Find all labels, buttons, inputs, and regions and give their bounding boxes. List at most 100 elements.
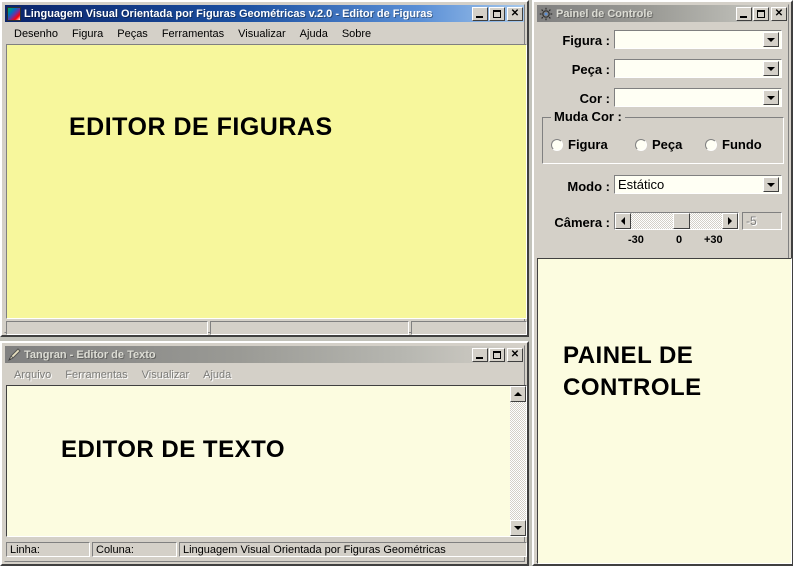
radio-label: Figura	[568, 137, 608, 152]
gear-icon	[539, 7, 553, 21]
maximize-icon	[757, 9, 765, 18]
radio-label: Peça	[652, 137, 683, 152]
menu-item-ajuda[interactable]: Ajuda	[196, 368, 238, 382]
minimize-icon	[476, 356, 483, 359]
menu-item-visualizar[interactable]: Visualizar	[135, 368, 197, 382]
minimize-icon	[740, 15, 747, 18]
editor-figuras-titlebar[interactable]: Linguagem Visual Orientada por Figuras G…	[5, 5, 524, 22]
painel-controle-window-buttons: ✕	[735, 6, 787, 21]
chevron-down-icon	[767, 182, 775, 187]
painel-de-controle-window: Painel de Controle ✕ Figura : Peça: Cor…	[532, 0, 793, 566]
editor-texto-text-area[interactable]: EDITOR DE TEXTO	[6, 385, 527, 537]
editor-texto-menubar: Arquivo Ferramentas Visualizar Ajuda	[7, 366, 522, 384]
radio-dot	[551, 138, 563, 151]
status-panel-linha: Linha:	[6, 542, 90, 557]
cor-combobox[interactable]	[614, 88, 782, 107]
arrow-right-icon	[728, 217, 732, 225]
status-panel-message: Linguagem Visual Orientada por Figuras G…	[179, 542, 527, 557]
editor-texto-canvas-label: EDITOR DE TEXTO	[61, 436, 285, 463]
peca-dropdown-button[interactable]	[763, 61, 779, 76]
camera-tick-max: +30	[704, 234, 723, 246]
camera-slider-thumb[interactable]	[673, 213, 690, 229]
menu-item-desenho[interactable]: Desenho	[7, 27, 65, 41]
minimize-button[interactable]	[736, 6, 752, 21]
chevron-down-icon	[767, 37, 775, 42]
radio-muda-cor-fundo[interactable]: Fundo	[705, 137, 762, 152]
maximize-button[interactable]	[489, 347, 505, 362]
maximize-icon	[493, 350, 501, 359]
figura-combobox[interactable]	[614, 30, 782, 49]
editor-de-figuras-window: Linguagem Visual Orientada por Figuras G…	[0, 0, 529, 337]
radio-label: Fundo	[722, 137, 762, 152]
radio-dot	[705, 138, 717, 151]
close-icon: ✕	[774, 7, 784, 19]
arrow-left-icon	[621, 217, 625, 225]
editor-texto-title: Tangran - Editor de Texto	[24, 348, 156, 361]
maximize-icon	[493, 9, 501, 18]
editor-figuras-statusbar	[6, 321, 527, 335]
peca-combobox[interactable]	[614, 59, 782, 78]
peca-label: Peça :	[571, 62, 610, 77]
editor-texto-vertical-scrollbar[interactable]	[510, 386, 526, 536]
pencil-icon	[7, 347, 21, 362]
editor-figuras-canvas[interactable]: EDITOR DE FIGURAS	[6, 44, 527, 319]
scroll-down-button[interactable]	[510, 520, 526, 536]
status-panel-2	[210, 321, 409, 335]
menu-item-ferramentas[interactable]: Ferramentas	[155, 27, 231, 41]
menu-item-figura[interactable]: Figura	[65, 27, 110, 41]
painel-controle-canvas-label-line2: CONTROLE	[563, 374, 702, 401]
camera-slider-left-button[interactable]	[615, 213, 631, 229]
status-panel-1	[6, 321, 208, 335]
menu-item-visualizar[interactable]: Visualizar	[231, 27, 293, 41]
close-icon: ✕	[510, 348, 520, 360]
cor-label: Cor :	[579, 91, 610, 106]
editor-texto-titlebar[interactable]: Tangran - Editor de Texto ✕	[5, 346, 524, 363]
close-button[interactable]: ✕	[771, 6, 787, 21]
colorful-gradient-icon	[7, 6, 21, 21]
editor-texto-window-buttons: ✕	[471, 347, 523, 362]
camera-slider-track[interactable]	[631, 213, 722, 229]
radio-muda-cor-peca[interactable]: Peça	[635, 137, 682, 152]
minimize-icon	[476, 15, 483, 18]
camera-slider-right-button[interactable]	[722, 213, 738, 229]
modo-combobox[interactable]: Estático	[614, 175, 782, 194]
modo-dropdown-button[interactable]	[763, 177, 779, 192]
painel-controle-title: Painel de Controle	[556, 7, 653, 20]
close-button[interactable]: ✕	[507, 6, 523, 21]
radio-muda-cor-figura[interactable]: Figura	[551, 137, 608, 152]
camera-value-field: -5	[742, 212, 782, 230]
menu-item-ferramentas[interactable]: Ferramentas	[58, 368, 134, 382]
close-button[interactable]: ✕	[507, 347, 523, 362]
menu-item-pecas[interactable]: Peças	[110, 27, 155, 41]
status-panel-3	[411, 321, 527, 335]
figura-dropdown-button[interactable]	[763, 32, 779, 47]
editor-de-texto-window: Tangran - Editor de Texto ✕ Arquivo Ferr…	[0, 341, 529, 566]
modo-combobox-value: Estático	[618, 177, 665, 192]
editor-texto-statusbar: Linha: Coluna: Linguagem Visual Orientad…	[6, 542, 527, 557]
minimize-button[interactable]	[472, 347, 488, 362]
menu-item-arquivo[interactable]: Arquivo	[7, 368, 58, 382]
radio-dot	[635, 138, 647, 151]
status-panel-coluna: Coluna:	[92, 542, 177, 557]
painel-controle-canvas-label-line1: PAINEL DE	[563, 342, 694, 369]
camera-tick-min: -30	[628, 234, 644, 246]
editor-figuras-window-buttons: ✕	[471, 6, 523, 21]
maximize-button[interactable]	[489, 6, 505, 21]
camera-slider[interactable]	[614, 212, 739, 230]
maximize-button[interactable]	[753, 6, 769, 21]
close-icon: ✕	[510, 7, 520, 19]
editor-figuras-canvas-label: EDITOR DE FIGURAS	[69, 113, 333, 141]
chevron-down-icon	[767, 66, 775, 71]
menu-item-sobre[interactable]: Sobre	[335, 27, 378, 41]
modo-label: Modo :	[567, 179, 610, 194]
cor-dropdown-button[interactable]	[763, 90, 779, 105]
scroll-track[interactable]	[510, 402, 526, 520]
painel-controle-canvas[interactable]: PAINEL DE CONTROLE	[537, 258, 792, 564]
chevron-down-icon	[767, 95, 775, 100]
scroll-up-button[interactable]	[510, 386, 526, 402]
minimize-button[interactable]	[472, 6, 488, 21]
scroll-down-icon	[514, 526, 522, 530]
editor-figuras-menubar: Desenho Figura Peças Ferramentas Visuali…	[7, 25, 522, 43]
menu-item-ajuda[interactable]: Ajuda	[293, 27, 335, 41]
painel-controle-titlebar[interactable]: Painel de Controle ✕	[537, 5, 788, 22]
